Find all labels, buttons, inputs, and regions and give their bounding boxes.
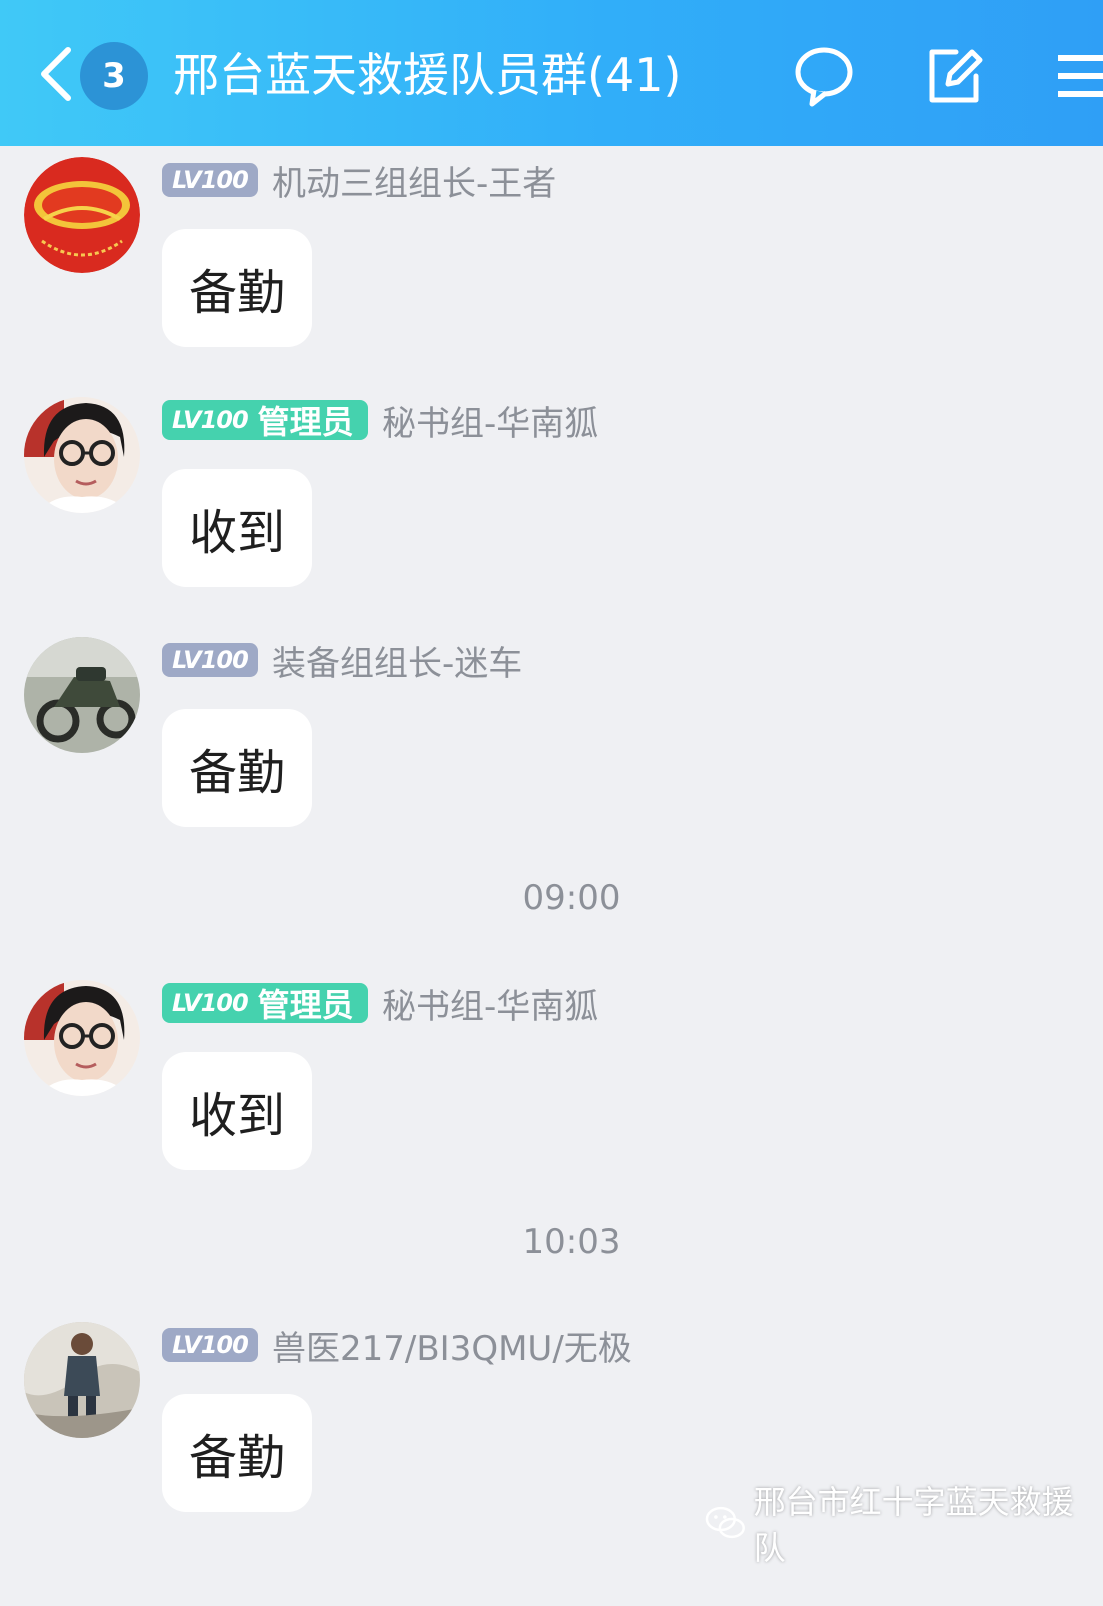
- wechat-icon: [705, 1506, 745, 1539]
- level-badge: LV100: [162, 163, 258, 197]
- sender-info: LV100 兽医217/BI3QMU/无极: [162, 1326, 632, 1369]
- avatar[interactable]: [24, 1322, 140, 1438]
- message-bubble[interactable]: 备勤: [162, 1394, 312, 1512]
- chat-message: LV100 管理员 秘书组-华南狐 收到: [0, 980, 1103, 1180]
- role-label: 管理员: [257, 403, 354, 441]
- sender-info: LV100 装备组组长-迷车: [162, 641, 522, 684]
- chat-header: 3 邢台蓝天救援队员群(41): [0, 0, 1103, 146]
- level-badge: LV100: [162, 643, 258, 677]
- sender-info: LV100 管理员 秘书组-华南狐: [162, 983, 598, 1027]
- watermark-text: 邢台市红十字蓝天救援队: [753, 1483, 1074, 1567]
- avatar[interactable]: [24, 157, 140, 273]
- sender-name[interactable]: 兽医217/BI3QMU/无极: [272, 1321, 632, 1370]
- sender-name[interactable]: 机动三组组长-王者: [272, 156, 556, 205]
- menu-icon[interactable]: [1058, 44, 1103, 108]
- group-title: 邢台蓝天救援队员群(41): [173, 48, 682, 102]
- woman-portrait-avatar-icon: [24, 397, 140, 513]
- woman-portrait-avatar-icon: [24, 980, 140, 1096]
- avatar[interactable]: [24, 397, 140, 513]
- level-badge: LV100: [162, 1328, 258, 1362]
- chat-message: LV100 管理员 秘书组-华南狐 收到: [0, 397, 1103, 597]
- sender-name[interactable]: 装备组组长-迷车: [272, 636, 522, 685]
- message-bubble[interactable]: 备勤: [162, 709, 312, 827]
- message-bubble[interactable]: 收到: [162, 469, 312, 587]
- sender-info: LV100 管理员 秘书组-华南狐: [162, 400, 598, 444]
- chat-message: LV100 装备组组长-迷车 备勤: [0, 637, 1103, 837]
- admin-badge: LV100 管理员: [162, 983, 368, 1024]
- chat-bubble-icon[interactable]: [792, 44, 856, 108]
- chat-message: LV100 机动三组组长-王者 备勤: [0, 157, 1103, 357]
- sender-name[interactable]: 秘书组-华南狐: [382, 396, 598, 445]
- back-arrow-icon[interactable]: [36, 44, 76, 104]
- level-label: LV100: [172, 406, 249, 434]
- message-bubble[interactable]: 收到: [162, 1052, 312, 1170]
- admin-badge: LV100 管理员: [162, 400, 368, 441]
- message-bubble[interactable]: 备勤: [162, 229, 312, 347]
- red-gratitude-avatar-icon: [24, 157, 140, 273]
- motorcycle-avatar-icon: [24, 637, 140, 753]
- level-label: LV100: [172, 989, 249, 1017]
- edit-icon[interactable]: [922, 44, 986, 108]
- wechat-watermark: 邢台市红十字蓝天救援队: [704, 1483, 1103, 1567]
- timestamp: 10:03: [522, 1222, 621, 1262]
- sender-info: LV100 机动三组组长-王者: [162, 161, 556, 204]
- man-outdoors-avatar-icon: [24, 1322, 140, 1438]
- role-label: 管理员: [257, 986, 354, 1024]
- sender-name[interactable]: 秘书组-华南狐: [382, 979, 598, 1028]
- timestamp: 09:00: [522, 878, 621, 918]
- avatar[interactable]: [24, 637, 140, 753]
- unread-count-badge[interactable]: 3: [80, 42, 148, 110]
- avatar[interactable]: [24, 980, 140, 1096]
